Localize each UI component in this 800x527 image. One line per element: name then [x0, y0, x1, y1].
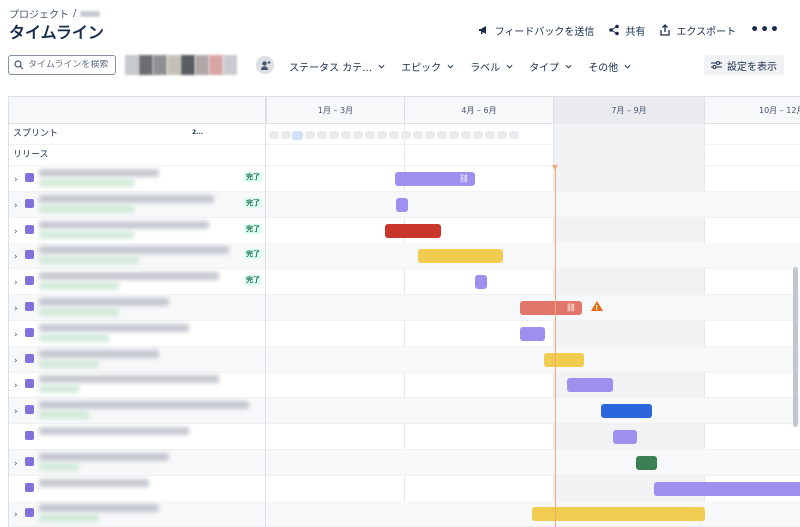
- export-button[interactable]: エクスポート: [659, 23, 736, 38]
- sprint-marker[interactable]: [413, 131, 423, 139]
- timeline-bar[interactable]: [385, 223, 441, 238]
- add-person-button[interactable]: [256, 56, 274, 74]
- timeline-bar[interactable]: [544, 352, 584, 367]
- sprint-marker[interactable]: [449, 131, 459, 139]
- filter-type-label: タイプ: [529, 63, 560, 74]
- filter-epic[interactable]: エピック: [401, 59, 454, 74]
- chevron-down-icon: [378, 64, 385, 69]
- sprint-marker[interactable]: [365, 131, 375, 139]
- sprint-marker[interactable]: [305, 131, 315, 139]
- timeline-bar[interactable]: [520, 326, 545, 341]
- filter-type[interactable]: タイプ: [529, 59, 572, 74]
- sprint-marker[interactable]: [353, 131, 363, 139]
- sprint-marker[interactable]: [317, 131, 327, 139]
- page-title: タイムライン: [9, 23, 104, 42]
- megaphone-icon: [478, 26, 486, 34]
- sprint-marker[interactable]: [461, 131, 471, 139]
- left-column-divider: [9, 97, 266, 527]
- share-label: 共有: [625, 26, 646, 38]
- timeline-bar[interactable]: ⛓: [520, 301, 582, 315]
- sprint-marker[interactable]: [497, 131, 507, 139]
- breadcrumb-separator: /: [73, 8, 77, 19]
- sprint-marker[interactable]: [425, 131, 435, 139]
- sprint-marker[interactable]: [377, 131, 387, 139]
- export-icon: [660, 24, 671, 36]
- assignee-avatars-redacted[interactable]: [125, 55, 237, 75]
- filter-label-label: ラベル: [470, 63, 501, 74]
- feedback-label: フィードバックを送信: [494, 26, 595, 38]
- sprint-marker[interactable]: [341, 131, 351, 139]
- sliders-icon: [711, 61, 722, 69]
- quarter-q4: 10月 – 12月: [704, 97, 800, 124]
- sprint-marker[interactable]: [269, 131, 279, 139]
- sprint-marker[interactable]: [281, 131, 291, 139]
- sprint-marker[interactable]: [473, 131, 483, 139]
- chevron-down-icon: [447, 64, 454, 69]
- active-sprint-marker[interactable]: [292, 131, 303, 140]
- filter-other-label: その他: [588, 63, 619, 74]
- timeline-bar[interactable]: [396, 197, 408, 212]
- filter-label[interactable]: ラベル: [470, 59, 513, 74]
- sprint-marker[interactable]: [389, 131, 399, 139]
- today-marker-line: [555, 167, 556, 527]
- timeline-bar[interactable]: [613, 430, 637, 444]
- sprint-marker[interactable]: [485, 131, 495, 139]
- filter-other[interactable]: その他: [588, 59, 631, 74]
- vertical-scrollbar[interactable]: [793, 267, 798, 427]
- link-icon: ⛓: [565, 303, 576, 312]
- search-icon: [14, 60, 24, 70]
- share-button[interactable]: 共有: [608, 23, 645, 38]
- filter-status-category[interactable]: ステータス カテ…: [289, 59, 385, 74]
- view-settings-button[interactable]: 設定を表示: [704, 55, 784, 75]
- feedback-button[interactable]: フィードバックを送信: [478, 23, 595, 38]
- share-icon: [609, 24, 620, 36]
- timeline-bar[interactable]: [567, 378, 613, 393]
- timeline-bar[interactable]: [418, 249, 503, 264]
- chevron-down-icon: [565, 64, 572, 69]
- header-actions: フィードバックを送信 共有 エクスポート •••: [478, 22, 780, 38]
- timeline-bar[interactable]: [601, 404, 652, 419]
- quarter-q3: 7月 – 9月: [553, 97, 704, 124]
- sprint-marker[interactable]: [329, 131, 339, 139]
- timeline-bar[interactable]: [475, 275, 487, 290]
- add-person-icon: [260, 60, 270, 70]
- warning-mark: !: [595, 304, 599, 312]
- timeline-bar[interactable]: ⛓: [395, 172, 475, 186]
- timeline-bar[interactable]: [636, 455, 657, 470]
- view-settings-label: 設定を表示: [727, 61, 777, 73]
- chevron-down-icon: [506, 64, 513, 69]
- link-icon: ⛓: [458, 174, 469, 183]
- timeline-grid: › 完了 ⛓ › 完了 › 完了 › 完了 › 完了 › ⛓! › › › › › › 1月 – 3月 4月 – 6…: [8, 96, 800, 527]
- filter-epic-label: エピック: [401, 63, 442, 74]
- filter-bar: ステータス カテ… エピック ラベル タイプ その他: [289, 59, 631, 74]
- timeline-search[interactable]: [8, 55, 116, 75]
- timeline-bar[interactable]: [654, 481, 800, 496]
- chevron-down-icon: [624, 64, 631, 69]
- search-input[interactable]: [28, 60, 114, 70]
- sprint-marker[interactable]: [509, 131, 519, 139]
- filter-status-category-label: ステータス カテ…: [289, 63, 373, 74]
- timeline-bar[interactable]: [532, 507, 705, 522]
- sprint-marker[interactable]: [401, 131, 411, 139]
- export-label: エクスポート: [676, 26, 737, 38]
- quarter-q1: 1月 – 3月: [266, 97, 404, 124]
- breadcrumb-project-name-redacted[interactable]: [80, 10, 101, 17]
- sprint-marker[interactable]: [437, 131, 447, 139]
- more-actions-icon[interactable]: •••: [750, 22, 780, 38]
- quarter-q2: 4月 – 6月: [404, 97, 553, 124]
